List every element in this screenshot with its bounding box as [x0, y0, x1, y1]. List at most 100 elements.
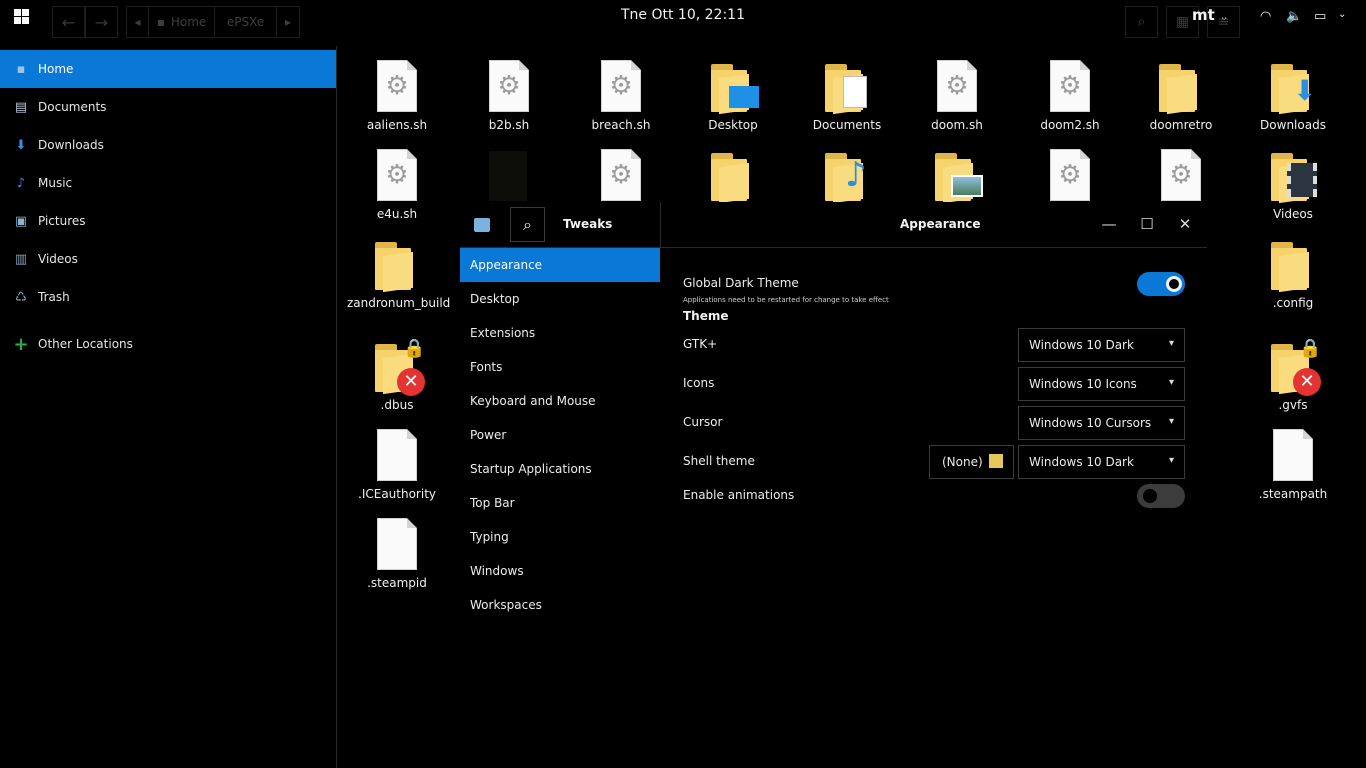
- sidebar-item-videos[interactable]: ▥ Videos: [0, 240, 336, 278]
- tweaks-nav-power[interactable]: Power: [460, 418, 660, 452]
- script-file-icon: ⚙: [1046, 58, 1094, 114]
- trash-icon: ♺: [15, 289, 27, 305]
- minimize-button[interactable]: —: [1099, 214, 1119, 234]
- folder-item[interactable]: ♪: [797, 147, 897, 202]
- folder-item[interactable]: [907, 147, 1007, 202]
- back-arrow-icon: ←: [61, 12, 76, 32]
- sidebar-item-trash[interactable]: ♺ Trash: [0, 278, 336, 316]
- grid-icon: ▦: [1175, 14, 1190, 30]
- folder-item[interactable]: [683, 147, 783, 202]
- sidebar-item-downloads[interactable]: ⬇ Downloads: [0, 126, 336, 164]
- folder-icon: [373, 236, 421, 293]
- maximize-button[interactable]: ☐: [1137, 214, 1157, 234]
- locked-folder-icon: 🔒 ✕: [373, 338, 425, 396]
- folder-item[interactable]: Desktop: [683, 58, 783, 132]
- folder-item[interactable]: doomretro: [1131, 58, 1231, 132]
- file-item[interactable]: ⚙ doom2.sh: [1020, 58, 1120, 132]
- tweaks-nav-startup-applications[interactable]: Startup Applications: [460, 452, 660, 486]
- chevron-down-icon: ▾: [1168, 377, 1174, 388]
- file-item[interactable]: [459, 147, 559, 202]
- panel-title: Appearance: [900, 217, 981, 231]
- tweaks-nav-appearance[interactable]: Appearance: [460, 248, 660, 282]
- clock[interactable]: Tne Ott 10, 22:11: [560, 7, 806, 23]
- breadcrumb: ◂ ▪ Home ePSXe ▸: [126, 6, 300, 38]
- forward-button[interactable]: →: [85, 6, 118, 38]
- file-item[interactable]: .steampid: [347, 516, 447, 590]
- music-icon: ♪: [16, 175, 26, 191]
- tweaks-nav-fonts[interactable]: Fonts: [460, 350, 660, 384]
- sidebar-item-home[interactable]: ▪ Home: [0, 50, 336, 88]
- enable-animations-switch[interactable]: [1137, 484, 1185, 508]
- breadcrumb-home[interactable]: ▪ Home: [149, 7, 215, 37]
- sidebar-item-other-locations[interactable]: + Other Locations: [0, 325, 336, 363]
- folder-item[interactable]: 🔒 ✕ .dbus: [347, 338, 447, 412]
- tweaks-nav-typing[interactable]: Typing: [460, 520, 660, 554]
- pictures-folder-icon: [933, 147, 983, 202]
- file-item[interactable]: ⚙: [1131, 147, 1231, 202]
- path-right-button[interactable]: ▸: [277, 7, 299, 37]
- tweaks-nav-keyboard-mouse[interactable]: Keyboard and Mouse: [460, 384, 660, 418]
- downloads-icon: ⬇: [15, 137, 27, 153]
- shell-theme-dropdown[interactable]: Windows 10 Dark ▾: [1018, 445, 1185, 479]
- volume-icon[interactable]: 🔈: [1286, 9, 1302, 24]
- tweaks-app-icon: [474, 218, 490, 232]
- icons-theme-dropdown[interactable]: Windows 10 Icons ▾: [1018, 367, 1185, 401]
- wifi-icon[interactable]: ◠: [1260, 9, 1271, 24]
- error-x-icon: ✕: [1293, 368, 1321, 396]
- file-item[interactable]: ⚙ e4u.sh: [347, 147, 447, 221]
- file-item[interactable]: ⚙ aaliens.sh: [347, 58, 447, 132]
- folder-item[interactable]: ⬇ Downloads: [1243, 58, 1343, 132]
- tweaks-nav-top-bar[interactable]: Top Bar: [460, 486, 660, 520]
- file-item[interactable]: ⚙: [1020, 147, 1120, 202]
- windows-logo-icon[interactable]: [14, 9, 29, 24]
- breadcrumb-epsxe[interactable]: ePSXe: [215, 7, 277, 37]
- lock-icon: 🔒: [1299, 338, 1322, 359]
- file-item[interactable]: ⚙: [571, 147, 671, 202]
- shell-theme-file-button[interactable]: (None): [929, 445, 1014, 479]
- cursor-theme-label: Cursor: [683, 415, 723, 429]
- tweaks-nav-desktop[interactable]: Desktop: [460, 282, 660, 316]
- chevron-down-icon[interactable]: ⌄: [1338, 9, 1346, 20]
- chevron-down-icon: ▾: [1168, 416, 1174, 427]
- file-item[interactable]: ⚙ b2b.sh: [459, 58, 559, 132]
- sidebar-item-music[interactable]: ♪ Music: [0, 164, 336, 202]
- folder-item[interactable]: 🔒 ✕ .gvfs: [1243, 338, 1343, 412]
- close-button[interactable]: ✕: [1175, 214, 1195, 234]
- sidebar-item-documents[interactable]: ▤ Documents: [0, 88, 336, 126]
- folder-item[interactable]: zandronum_build: [347, 236, 450, 310]
- tweaks-nav-workspaces[interactable]: Workspaces: [460, 588, 660, 622]
- search-icon: ⌕: [1137, 14, 1146, 30]
- folder-icon: [709, 147, 757, 202]
- tweaks-nav-windows[interactable]: Windows: [460, 554, 660, 588]
- file-item[interactable]: .steampath: [1243, 427, 1343, 501]
- videos-folder-icon: [1269, 147, 1317, 204]
- downloads-folder-icon: ⬇: [1269, 58, 1317, 115]
- switch-knob: [1143, 489, 1157, 503]
- file-item[interactable]: .ICEauthority: [347, 427, 447, 501]
- gtk-theme-dropdown[interactable]: Windows 10 Dark ▾: [1018, 328, 1185, 362]
- desktop-folder-icon: [709, 58, 759, 115]
- search-button[interactable]: ⌕: [1125, 6, 1158, 38]
- path-left-button[interactable]: ◂: [127, 7, 149, 37]
- folder-icon: [1269, 236, 1317, 293]
- tweaks-window: ⌕ Tweaks Appearance — ☐ ✕ Appearance Des…: [460, 202, 1207, 630]
- documents-icon: ▤: [14, 99, 28, 115]
- sidebar-item-pictures[interactable]: ▣ Pictures: [0, 202, 336, 240]
- menu-button[interactable]: ≡: [1207, 6, 1240, 38]
- locked-folder-icon: 🔒 ✕: [1269, 338, 1321, 396]
- global-dark-theme-switch[interactable]: [1137, 272, 1185, 296]
- tweaks-nav-extensions[interactable]: Extensions: [460, 316, 660, 350]
- file-item[interactable]: ⚙ breach.sh: [571, 58, 671, 132]
- folder-item[interactable]: Videos: [1243, 147, 1343, 221]
- home-small-icon: ▪: [156, 15, 165, 29]
- cursor-theme-dropdown[interactable]: Windows 10 Cursors ▾: [1018, 406, 1185, 440]
- back-button[interactable]: ←: [52, 6, 85, 38]
- script-file-icon: ⚙: [373, 147, 421, 203]
- search-button[interactable]: ⌕: [510, 207, 545, 242]
- text-file-icon: [373, 427, 421, 483]
- file-item[interactable]: ⚙ doom.sh: [907, 58, 1007, 132]
- documents-folder-icon: [823, 58, 871, 115]
- battery-icon[interactable]: ▭: [1314, 9, 1326, 24]
- folder-item[interactable]: Documents: [797, 58, 897, 132]
- folder-item[interactable]: .config: [1243, 236, 1343, 310]
